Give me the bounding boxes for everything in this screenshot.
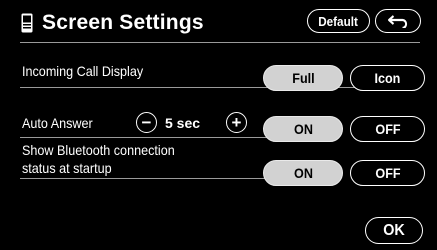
bluetooth-off-button[interactable]: OFF bbox=[350, 160, 425, 186]
row-divider bbox=[20, 178, 270, 179]
auto-answer-on-button[interactable]: ON bbox=[263, 116, 343, 142]
auto-answer-label: Auto Answer bbox=[22, 115, 93, 131]
bluetooth-on-label: ON bbox=[293, 165, 313, 181]
icon-option-button[interactable]: Icon bbox=[350, 65, 425, 91]
default-button-label: Default bbox=[318, 13, 359, 29]
full-option-button[interactable]: Full bbox=[263, 65, 343, 91]
auto-answer-on-label: ON bbox=[293, 121, 313, 137]
page-title: Screen Settings bbox=[42, 11, 204, 34]
row-divider bbox=[20, 137, 270, 138]
auto-answer-off-button[interactable]: OFF bbox=[350, 116, 425, 142]
icon-option-label: Icon bbox=[374, 70, 401, 86]
incoming-call-display-label: Incoming Call Display bbox=[22, 63, 144, 79]
bluetooth-status-label-line2: status at startup bbox=[22, 160, 112, 176]
bluetooth-off-label: OFF bbox=[374, 165, 401, 181]
phone-settings-icon bbox=[21, 13, 33, 33]
ok-button[interactable]: OK bbox=[365, 217, 423, 244]
full-option-label: Full bbox=[291, 70, 315, 86]
bluetooth-on-button[interactable]: ON bbox=[263, 160, 343, 186]
decrease-button[interactable]: − bbox=[136, 112, 157, 133]
back-arrow-icon bbox=[387, 14, 409, 28]
increase-button[interactable]: + bbox=[226, 112, 247, 133]
auto-answer-value: 5 sec bbox=[165, 115, 201, 131]
back-button[interactable] bbox=[375, 9, 421, 33]
ok-button-label: OK bbox=[383, 221, 405, 239]
bluetooth-status-label-line1: Show Bluetooth connection bbox=[22, 142, 175, 158]
screen-settings-page: Screen Settings Default Incoming Call Di… bbox=[0, 0, 437, 250]
default-button[interactable]: Default bbox=[307, 9, 370, 33]
auto-answer-off-label: OFF bbox=[374, 121, 401, 137]
header-divider bbox=[20, 42, 420, 43]
